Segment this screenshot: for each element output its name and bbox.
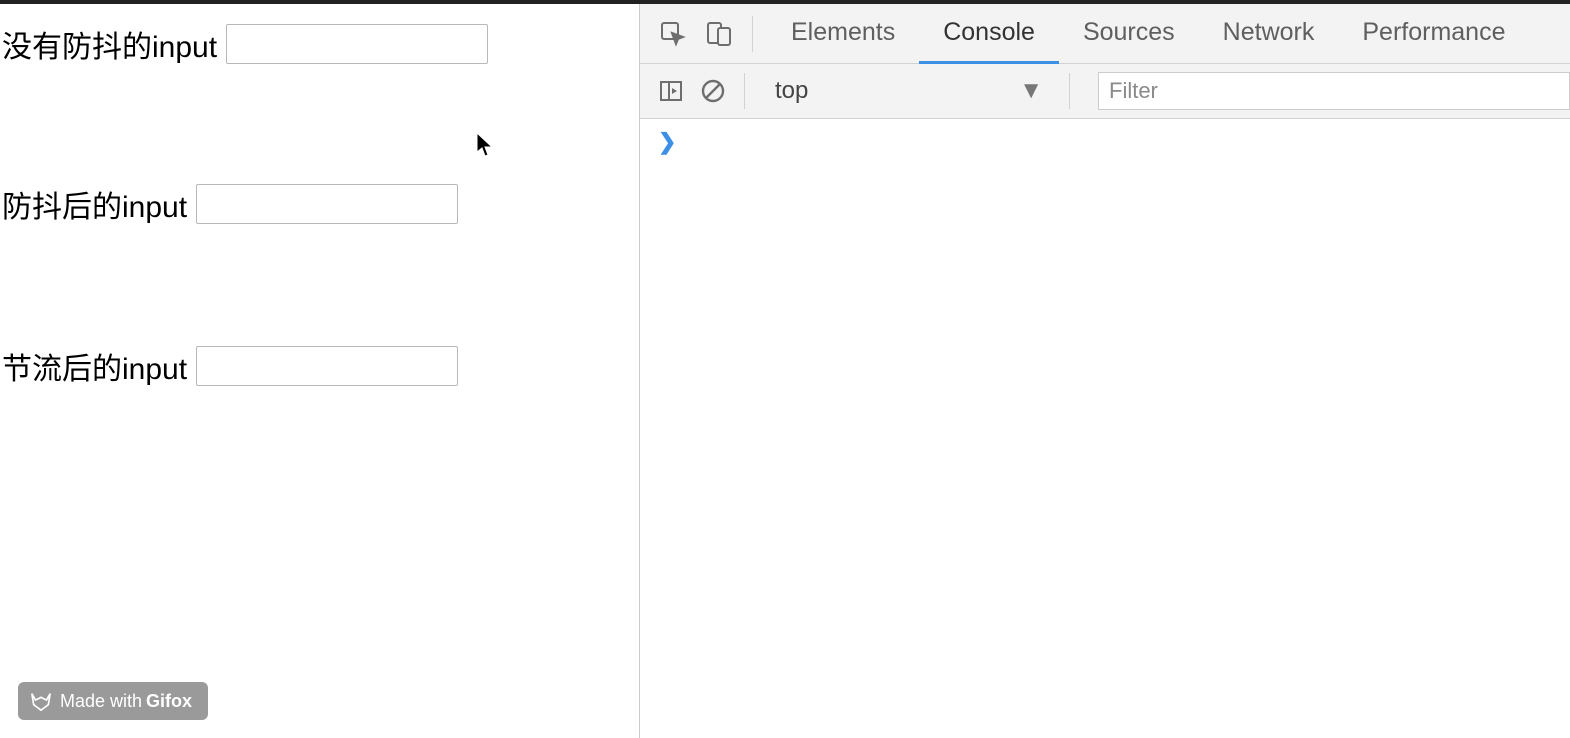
tab-console[interactable]: Console bbox=[919, 4, 1059, 64]
tab-elements-label: Elements bbox=[791, 18, 895, 47]
filter-input[interactable] bbox=[1098, 72, 1570, 110]
separator bbox=[1069, 73, 1070, 109]
devtools-panel: Elements Console Sources Network Perform… bbox=[640, 4, 1570, 738]
console-toolbar: top ▼ bbox=[640, 64, 1570, 119]
inspect-element-icon[interactable] bbox=[650, 11, 696, 57]
separator bbox=[744, 73, 745, 109]
page-panel: 没有防抖的input 防抖后的input 节流后的input Made with… bbox=[0, 4, 640, 738]
chevron-down-icon: ▼ bbox=[1019, 77, 1043, 105]
input-throttle[interactable] bbox=[196, 346, 458, 386]
context-selector-label: top bbox=[775, 77, 808, 105]
tab-network-label: Network bbox=[1223, 18, 1315, 47]
clear-console-icon[interactable] bbox=[692, 70, 734, 112]
input-nodebounce[interactable] bbox=[226, 24, 488, 64]
console-prompt-icon: ❯ bbox=[658, 129, 676, 154]
label-throttle: 节流后的input bbox=[2, 344, 187, 388]
input-debounce[interactable] bbox=[196, 184, 458, 224]
tab-sources-label: Sources bbox=[1083, 18, 1175, 47]
tab-performance-label: Performance bbox=[1362, 18, 1505, 47]
cursor-icon bbox=[476, 132, 494, 158]
devtools-tabbar: Elements Console Sources Network Perform… bbox=[640, 4, 1570, 64]
field-row-nodebounce: 没有防抖的input bbox=[0, 22, 639, 66]
separator bbox=[752, 16, 753, 52]
tab-elements[interactable]: Elements bbox=[767, 4, 919, 64]
label-nodebounce: 没有防抖的input bbox=[2, 22, 217, 66]
console-sidebar-toggle-icon[interactable] bbox=[650, 70, 692, 112]
tab-network[interactable]: Network bbox=[1199, 4, 1339, 64]
context-selector[interactable]: top ▼ bbox=[759, 77, 1059, 105]
label-debounce: 防抖后的input bbox=[2, 182, 187, 226]
main-area: 没有防抖的input 防抖后的input 节流后的input Made with… bbox=[0, 4, 1570, 738]
tab-performance[interactable]: Performance bbox=[1338, 4, 1529, 64]
tab-console-label: Console bbox=[943, 18, 1035, 47]
gifox-badge[interactable]: Made with Gifox bbox=[18, 682, 208, 720]
fox-icon bbox=[30, 690, 52, 712]
gifox-brand: Gifox bbox=[146, 691, 192, 712]
console-body[interactable]: ❯ bbox=[640, 119, 1570, 738]
toggle-device-icon[interactable] bbox=[696, 11, 742, 57]
gifox-prefix: Made with bbox=[60, 691, 142, 712]
tab-sources[interactable]: Sources bbox=[1059, 4, 1199, 64]
filter-box bbox=[1098, 72, 1570, 110]
field-row-throttle: 节流后的input bbox=[0, 344, 639, 388]
field-row-debounce: 防抖后的input bbox=[0, 182, 639, 226]
